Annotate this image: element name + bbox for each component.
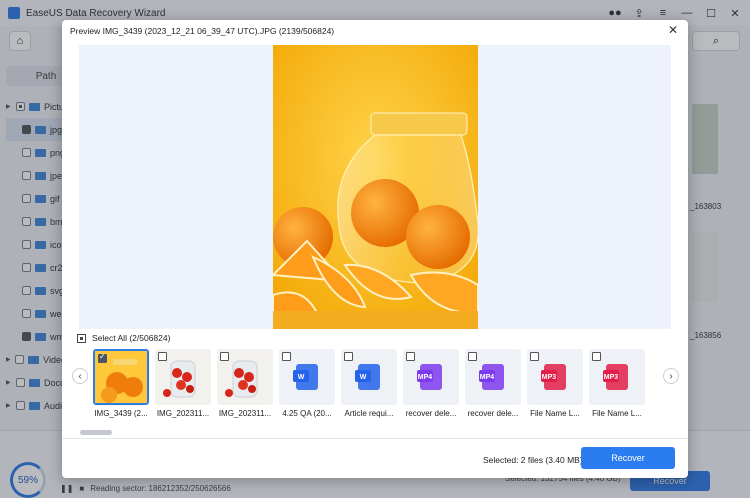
select-all[interactable]: Select All (2/506824): [77, 333, 170, 343]
thumbnail-label: File Name L...: [530, 409, 580, 418]
thumbnail-checkbox[interactable]: [220, 352, 229, 361]
oranges-image: [273, 45, 478, 329]
svg-text:W: W: [298, 374, 305, 381]
svg-text:MP4: MP4: [480, 374, 495, 381]
select-all-checkbox[interactable]: [77, 333, 86, 343]
next-arrow-icon[interactable]: ›: [663, 368, 679, 384]
recover-button[interactable]: Recover: [581, 447, 675, 469]
thumbnail-checkbox[interactable]: [592, 352, 601, 361]
preview-pane: [79, 45, 671, 329]
thumbnail-checkbox[interactable]: [530, 352, 539, 361]
prev-arrow-icon[interactable]: ‹: [72, 368, 88, 384]
close-icon[interactable]: ✕: [666, 23, 680, 37]
thumbnail-item[interactable]: MP3: [589, 349, 645, 405]
thumbnail-label: recover dele...: [405, 409, 457, 418]
thumbnail-label: recover dele...: [467, 409, 519, 418]
selected-files-info: Selected: 2 files (3.40 MB): [483, 455, 583, 465]
thumbnail-label: IMG_3439 (2...: [94, 409, 148, 418]
mp4-file-icon: MP4: [479, 364, 504, 390]
thumbnail-item[interactable]: [217, 349, 273, 405]
thumbnail-item[interactable]: W: [279, 349, 335, 405]
word-file-icon: W: [293, 364, 318, 390]
svg-text:MP3: MP3: [604, 374, 619, 381]
thumbnail-checkbox[interactable]: [158, 352, 167, 361]
thumbnail-label: IMG_202311...: [156, 409, 210, 418]
thumbnail-item[interactable]: [93, 349, 149, 405]
svg-text:MP3: MP3: [542, 374, 557, 381]
preview-dialog: Preview IMG_3439 (2023_12_21 06_39_47 UT…: [62, 20, 688, 478]
svg-text:MP4: MP4: [418, 374, 433, 381]
mp3-file-icon: MP3: [603, 364, 628, 390]
thumbnail-checkbox[interactable]: [468, 352, 477, 361]
thumbnail-checkbox[interactable]: [282, 352, 291, 361]
thumbnail-label: IMG_202311...: [218, 409, 272, 418]
thumbnail-item[interactable]: [155, 349, 211, 405]
preview-title: Preview IMG_3439 (2023_12_21 06_39_47 UT…: [70, 26, 335, 36]
mp3-file-icon: MP3: [541, 364, 566, 390]
word-file-icon: W: [355, 364, 380, 390]
select-all-label: Select All (2/506824): [92, 333, 171, 343]
thumbnail-label: File Name L...: [592, 409, 642, 418]
thumbnail-item[interactable]: MP3: [527, 349, 583, 405]
thumbnail-checkbox[interactable]: [406, 352, 415, 361]
thumbnail-checkbox[interactable]: [98, 352, 107, 363]
thumbnail-item[interactable]: W: [341, 349, 397, 405]
preview-image: [273, 45, 478, 329]
thumbnail-label: Article requi...: [344, 409, 394, 418]
thumbnail-checkbox[interactable]: [344, 352, 353, 361]
thumbnail-scrollbar[interactable]: [80, 430, 112, 435]
svg-text:W: W: [360, 374, 367, 381]
thumbnail-item[interactable]: MP4: [403, 349, 459, 405]
thumbnail-item[interactable]: MP4: [465, 349, 521, 405]
mp4-file-icon: MP4: [417, 364, 442, 390]
thumbnail-label: 4.25 QA (20...: [282, 409, 332, 418]
